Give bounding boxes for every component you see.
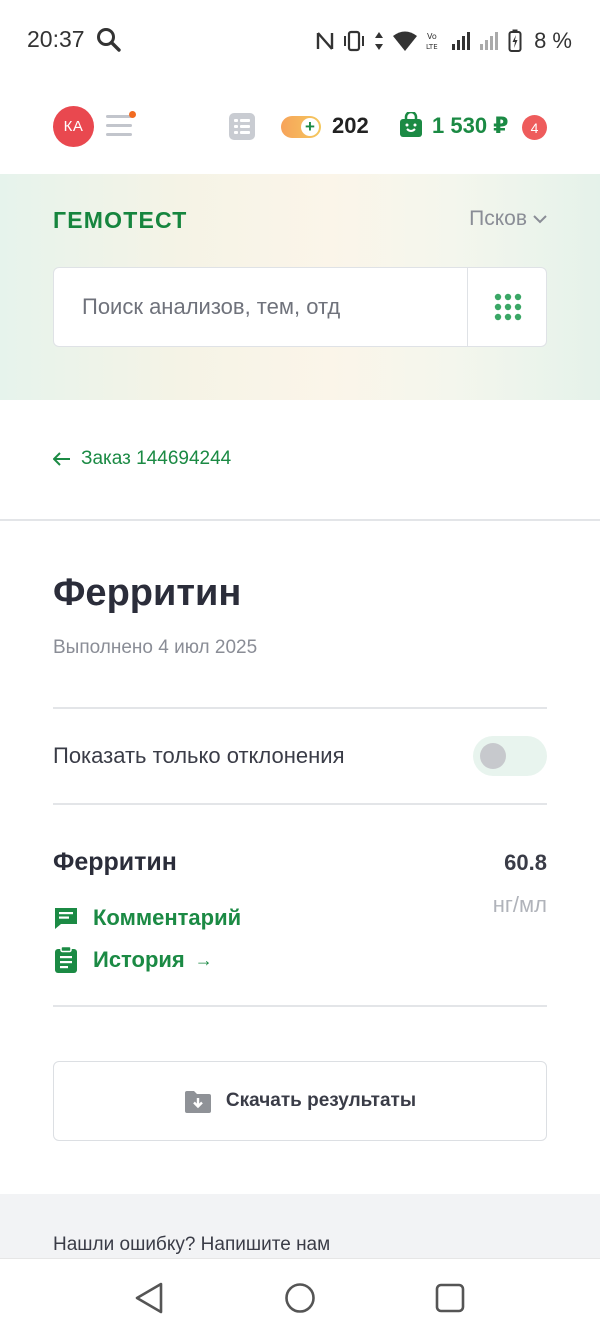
completed-date: Выполнено 4 июл 2025 [53, 637, 258, 658]
search-box [53, 267, 547, 347]
folder-download-icon [184, 1091, 211, 1113]
bonus-points[interactable]: 202 [332, 113, 369, 139]
download-results-button[interactable]: Скачать результаты [53, 1061, 547, 1141]
history-link[interactable]: История → [53, 946, 213, 974]
data-arrows-icon [375, 32, 384, 50]
section-divider [0, 519, 600, 521]
toggle-knob [480, 743, 506, 769]
battery-percent: 8 % [534, 28, 572, 53]
status-time: 20:37 [27, 26, 85, 52]
download-label: Скачать результаты [225, 1090, 417, 1111]
plus-icon: + [301, 118, 319, 136]
clipboard-icon [55, 946, 77, 973]
home-nav-icon[interactable] [284, 1282, 316, 1314]
wifi-icon [393, 31, 418, 51]
app-header: КА + 202 1 530 ₽ 4 [0, 80, 600, 174]
search-icon [97, 28, 121, 52]
divider [53, 707, 547, 709]
catalog-grid-button[interactable] [468, 268, 547, 346]
volte-icon: Vo LTE [426, 32, 438, 51]
svg-text:LTE: LTE [426, 43, 438, 51]
arrow-left-icon [53, 452, 70, 466]
divider [53, 803, 547, 805]
avatar[interactable]: КА [53, 106, 94, 147]
bonus-toggle-icon[interactable]: + [281, 116, 321, 138]
result-unit: нг/мл [492, 892, 547, 917]
city-selector[interactable]: Псков [469, 207, 547, 231]
cart-count-badge: 4 [522, 115, 547, 140]
deviations-filter-label: Показать только отклонения [53, 743, 345, 768]
nfc-icon [316, 32, 334, 50]
history-label: История [93, 947, 185, 972]
recents-nav-icon[interactable] [434, 1282, 466, 1314]
page-title: Ферритин [53, 572, 242, 614]
search-input[interactable] [54, 268, 467, 346]
feedback-link[interactable]: Нашли ошибку? Напишите нам [53, 1234, 330, 1256]
hero-search-section: ГЕМОТЕСТ Псков [0, 174, 600, 400]
comment-link[interactable]: Комментарий [53, 905, 241, 931]
history-arrow: → [194, 949, 213, 970]
signal-2-icon [480, 32, 499, 50]
deviations-toggle[interactable] [473, 736, 547, 776]
result-value: 60.8 [504, 850, 547, 875]
status-icons: Vo LTE 8 % [316, 26, 572, 56]
list-icon[interactable] [229, 113, 255, 140]
vibrate-icon [344, 30, 365, 52]
svg-text:Vo: Vo [427, 32, 437, 41]
signal-icon [452, 32, 471, 50]
notification-dot [129, 111, 136, 118]
cart-sum[interactable]: 1 530 ₽ [432, 113, 508, 139]
menu-icon[interactable] [106, 111, 136, 139]
brand-logo[interactable]: ГЕМОТЕСТ [53, 207, 188, 234]
battery-icon [508, 29, 522, 52]
chevron-down-icon [533, 215, 547, 224]
grid-dots-icon [494, 293, 521, 321]
status-bar: 20:37 Vo LTE 8 % [0, 0, 600, 80]
divider [53, 1005, 547, 1007]
comment-label: Комментарий [93, 905, 242, 930]
result-name: Ферритин [53, 848, 177, 876]
city-label: Псков [469, 207, 527, 230]
system-nav-bar [0, 1258, 600, 1337]
back-label: Заказ 144694244 [81, 448, 232, 469]
cart-icon[interactable] [399, 112, 423, 138]
comment-icon [55, 908, 77, 929]
back-to-order-link[interactable]: Заказ 144694244 [53, 448, 231, 470]
feedback-footer: Нашли ошибку? Напишите нам [0, 1194, 600, 1258]
back-nav-icon[interactable] [133, 1281, 165, 1315]
